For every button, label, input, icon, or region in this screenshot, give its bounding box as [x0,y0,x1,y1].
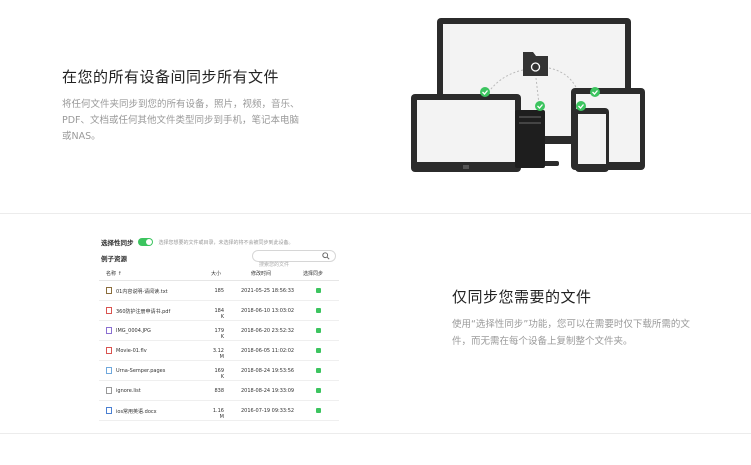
sync-checkbox[interactable] [316,408,321,413]
file-icon [106,387,112,394]
search-box[interactable] [252,250,336,270]
column-sync[interactable]: 选择同步 [303,270,323,277]
column-name[interactable]: 名称 ↑ [106,270,122,277]
file-icon [106,367,112,374]
file-icon [106,407,112,414]
selective-sync-description: 使用“选择性同步”功能，您可以在需要时仅下载所需的文件，而无需在每个设备上复制整… [452,319,690,347]
table-row[interactable]: 01内容说明-请阅读.txt 185 2021-05-25 18:56:33 [99,281,339,301]
resource-label: 例子资源 [101,255,127,263]
file-time: 2016-07-19 09:33:52 [241,408,295,414]
sync-checkbox[interactable] [316,288,321,293]
table-row[interactable]: 360防护注册申请书.pdf 184 K 2018-06-10 13:03:02 [99,301,339,321]
file-name: Urna-Semper.pages [116,368,166,374]
file-time: 2018-08-24 19:33:09 [241,388,295,394]
file-icon [106,287,112,294]
file-size: 838 [214,388,224,394]
nas-icon [515,110,545,168]
selective-sync-panel: 选择性同步 选择您想要的文件或目录，未选择的将不会被同步到此设备。 例子资源 名… [99,232,341,434]
file-name: ios常用英语.docx [116,409,157,415]
file-icon [106,307,112,314]
sync-checkbox[interactable] [316,328,321,333]
file-size: 185 [214,288,224,294]
file-icon [106,347,112,354]
selective-sync-row: 选择性同步 选择您想要的文件或目录，未选择的将不会被同步到此设备。 [101,236,294,248]
file-time: 2021-05-25 18:56:33 [241,288,295,294]
file-size: 1.16 M [212,408,224,420]
devices-illustration [411,18,645,172]
file-size: 179 K [214,328,224,340]
file-time: 2018-06-10 13:03:02 [241,308,295,314]
sync-checkbox[interactable] [316,308,321,313]
section-divider [0,213,751,214]
bottom-divider [0,433,751,434]
file-table-header: 名称 ↑ 大小 修改时间 选择同步 [99,266,339,281]
selective-sync-title: 仅同步您需要的文件 [452,288,592,306]
selective-sync-toggle[interactable] [137,238,153,246]
selective-sync-label: 选择性同步 [101,239,134,247]
search-icon[interactable] [322,252,330,260]
column-size[interactable]: 大小 [211,270,221,277]
file-time: 2018-08-24 19:53:56 [241,368,295,374]
column-time[interactable]: 修改时间 [251,270,271,277]
sync-all-section: 在您的所有设备间同步所有文件 将任何文件夹同步到您的所有设备，照片，视频，音乐、… [0,0,751,213]
file-icon [106,327,112,334]
sync-checkbox[interactable] [316,348,321,353]
file-size: 3.12 M [212,348,224,360]
table-row[interactable]: Movie-01.flv 3.12 M 2018-06-05 11:02:02 [99,341,339,361]
file-size: 184 K [214,308,224,320]
file-name: ignore.list [116,388,141,394]
sync-checkbox[interactable] [316,388,321,393]
file-time: 2018-06-05 11:02:02 [241,348,295,354]
table-row[interactable]: IMG_0004.JPG 179 K 2018-06-20 23:52:32 [99,321,339,341]
file-name: 360防护注册申请书.pdf [116,309,171,315]
file-name: 01内容说明-请阅读.txt [116,289,168,295]
sync-all-description: 将任何文件夹同步到您的所有设备，照片，视频，音乐、PDF、文档或任何其他文件类型… [62,99,300,142]
sync-all-title: 在您的所有设备间同步所有文件 [62,68,280,86]
sync-checkbox[interactable] [316,368,321,373]
table-row[interactable]: ignore.list 838 2018-08-24 19:33:09 [99,381,339,401]
table-row[interactable]: Urna-Semper.pages 169 K 2018-08-24 19:53:5… [99,361,339,381]
file-name: IMG_0004.JPG [116,328,151,334]
file-time: 2018-06-20 23:52:32 [241,328,295,334]
file-size: 169 K [214,368,224,380]
selective-sync-hint: 选择您想要的文件或目录，未选择的将不会被同步到此设备。 [158,239,294,246]
table-row[interactable]: ios常用英语.docx 1.16 M 2016-07-19 09:33:52 [99,401,339,421]
file-name: Movie-01.flv [116,348,147,354]
